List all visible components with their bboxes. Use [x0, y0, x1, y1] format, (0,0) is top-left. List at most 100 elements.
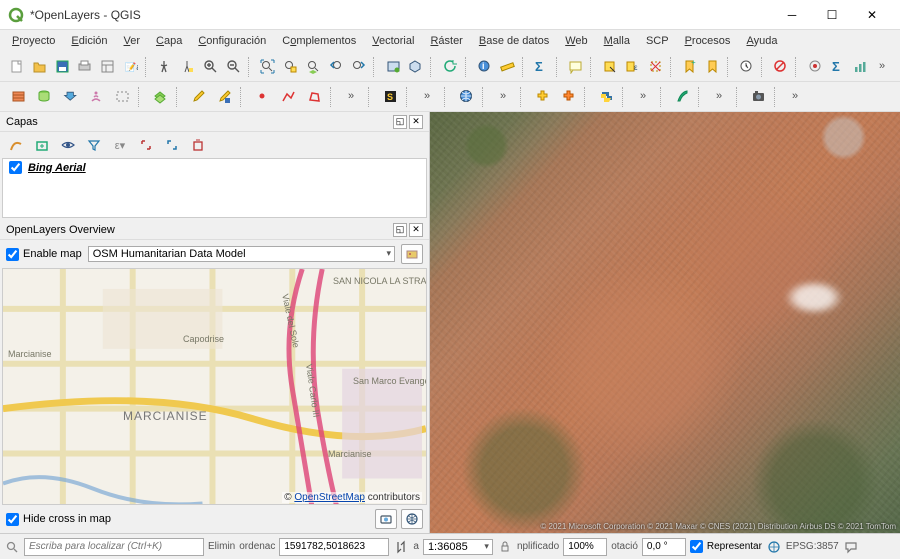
- menu-web[interactable]: Web: [557, 33, 595, 49]
- style-manager-icon[interactable]: 📝a: [120, 55, 141, 79]
- save-edits-icon[interactable]: [212, 85, 236, 109]
- menu-procesos[interactable]: Procesos: [677, 33, 739, 49]
- digitize-point-icon[interactable]: [250, 85, 274, 109]
- layer-remove-icon[interactable]: [186, 133, 210, 157]
- layers-panel-close-button[interactable]: ✕: [409, 115, 423, 129]
- layer-filter-icon[interactable]: [82, 133, 106, 157]
- locator-icon[interactable]: [4, 539, 20, 555]
- digitize-polygon-icon[interactable]: [302, 85, 326, 109]
- show-bookmarks-icon[interactable]: [702, 55, 723, 79]
- decoration-icon[interactable]: [805, 55, 826, 79]
- scale-combo[interactable]: 1:36085: [423, 539, 493, 555]
- deselect-icon[interactable]: [645, 55, 666, 79]
- basemap-combo[interactable]: OSM Humanitarian Data Model: [88, 246, 395, 262]
- layers-panel-undock-button[interactable]: ◱: [393, 115, 407, 129]
- print-layout-icon[interactable]: [75, 55, 96, 79]
- hide-cross-checkbox-wrap[interactable]: Hide cross in map: [6, 513, 111, 526]
- menu-capa[interactable]: Capa: [148, 33, 190, 49]
- data-source-manager-icon[interactable]: [6, 85, 30, 109]
- refresh-icon[interactable]: [440, 55, 461, 79]
- measure-icon[interactable]: [497, 55, 518, 79]
- new-3d-view-icon[interactable]: [406, 55, 427, 79]
- new-virtual-icon[interactable]: [110, 85, 134, 109]
- show-tips-icon[interactable]: [565, 55, 586, 79]
- more-icon[interactable]: »: [784, 85, 808, 109]
- map-canvas[interactable]: © 2021 Microsoft Corporation © 2021 Maxa…: [430, 112, 900, 533]
- camera-icon[interactable]: [746, 85, 770, 109]
- zoom-selection-icon[interactable]: [280, 55, 301, 79]
- new-spatialite-icon[interactable]: [84, 85, 108, 109]
- crs-label[interactable]: EPSG:3857: [786, 541, 839, 552]
- overview-screenshot-button[interactable]: [375, 509, 397, 529]
- select-by-value-icon[interactable]: ε: [622, 55, 643, 79]
- new-bookmark-icon[interactable]: +: [679, 55, 700, 79]
- plugin-yellow-icon[interactable]: [530, 85, 554, 109]
- enable-map-checkbox[interactable]: [6, 248, 19, 261]
- pan-to-selection-icon[interactable]: [177, 55, 198, 79]
- menu-proyecto[interactable]: Proyecto: [4, 33, 63, 49]
- layout-manager-icon[interactable]: [97, 55, 118, 79]
- coordinate-toggle-icon[interactable]: [393, 539, 409, 555]
- menu-malla[interactable]: Malla: [596, 33, 638, 49]
- no-action-icon[interactable]: [770, 55, 791, 79]
- more-icon[interactable]: »: [492, 85, 516, 109]
- web-icon[interactable]: [454, 85, 478, 109]
- overview-map-canvas[interactable]: MARCIANISE Capodrise SAN NICOLA LA STRAD…: [2, 268, 427, 505]
- layers-tree[interactable]: Bing Aerial: [2, 158, 427, 218]
- new-geopackage-icon[interactable]: [32, 85, 56, 109]
- more-icon[interactable]: »: [708, 85, 732, 109]
- pan-icon[interactable]: [154, 55, 175, 79]
- magnifier-input[interactable]: [563, 538, 607, 556]
- menu-configuración[interactable]: Configuración: [190, 33, 274, 49]
- menu-base-de-datos[interactable]: Base de datos: [471, 33, 557, 49]
- crs-icon[interactable]: [766, 539, 782, 555]
- minimize-button[interactable]: ─: [772, 1, 812, 29]
- zoom-layer-icon[interactable]: [303, 55, 324, 79]
- select-features-icon[interactable]: [599, 55, 620, 79]
- overview-refresh-button[interactable]: [401, 244, 423, 264]
- vector-new-icon[interactable]: [148, 85, 172, 109]
- feather-icon[interactable]: [670, 85, 694, 109]
- statistics-icon[interactable]: Σ: [531, 55, 552, 79]
- overview-globe-button[interactable]: [401, 509, 423, 529]
- chart-icon[interactable]: [850, 55, 871, 79]
- zoom-out-icon[interactable]: [223, 55, 244, 79]
- close-button[interactable]: ✕: [852, 1, 892, 29]
- more-icon[interactable]: »: [873, 55, 894, 79]
- more-icon[interactable]: »: [340, 85, 364, 109]
- plugin-orange-icon[interactable]: [556, 85, 580, 109]
- enable-map-checkbox-wrap[interactable]: Enable map: [6, 248, 82, 261]
- layer-style-icon[interactable]: [4, 133, 28, 157]
- menu-ráster[interactable]: Ráster: [422, 33, 470, 49]
- overview-panel-close-button[interactable]: ✕: [409, 223, 423, 237]
- layer-row-bing-aerial[interactable]: Bing Aerial: [3, 159, 426, 176]
- layer-visibility-checkbox[interactable]: [9, 161, 22, 174]
- locator-input[interactable]: [24, 538, 204, 556]
- layer-collapse-icon[interactable]: [160, 133, 184, 157]
- temporal-icon[interactable]: [736, 55, 757, 79]
- zoom-last-icon[interactable]: [326, 55, 347, 79]
- layer-manage-visibility-icon[interactable]: [56, 133, 80, 157]
- zoom-in-icon[interactable]: [200, 55, 221, 79]
- new-project-icon[interactable]: [6, 55, 27, 79]
- digitize-line-icon[interactable]: [276, 85, 300, 109]
- lock-scale-icon[interactable]: [497, 539, 513, 555]
- menu-scp[interactable]: SCP: [638, 33, 677, 49]
- scp-dock-icon[interactable]: S: [378, 85, 402, 109]
- new-map-view-icon[interactable]: [383, 55, 404, 79]
- rotation-input[interactable]: [642, 538, 686, 556]
- osm-link[interactable]: OpenStreetMap: [294, 492, 365, 503]
- coordinate-input[interactable]: [279, 538, 389, 556]
- toggle-editing-icon[interactable]: [186, 85, 210, 109]
- menu-vectorial[interactable]: Vectorial: [364, 33, 422, 49]
- python-icon[interactable]: [594, 85, 618, 109]
- layer-expression-icon[interactable]: ε▾: [108, 133, 132, 157]
- render-checkbox-wrap[interactable]: Representar: [690, 540, 762, 553]
- save-project-icon[interactable]: [52, 55, 73, 79]
- menu-ver[interactable]: Ver: [116, 33, 149, 49]
- maximize-button[interactable]: ☐: [812, 1, 852, 29]
- zoom-next-icon[interactable]: [349, 55, 370, 79]
- new-shapefile-icon[interactable]: [58, 85, 82, 109]
- open-project-icon[interactable]: [29, 55, 50, 79]
- menu-edición[interactable]: Edición: [63, 33, 115, 49]
